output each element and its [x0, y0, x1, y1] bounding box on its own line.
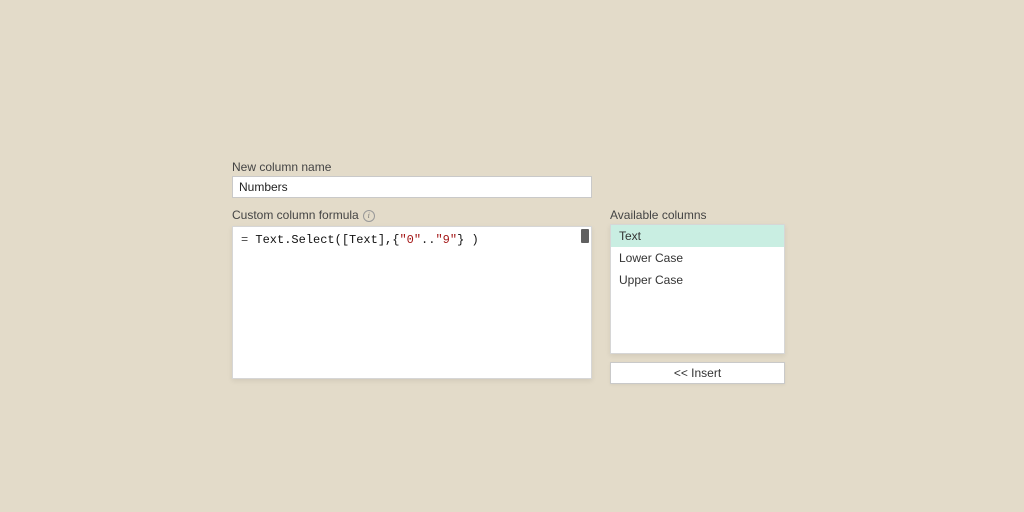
info-icon[interactable]: i [363, 210, 375, 222]
formula-func-close: } ) [457, 233, 479, 247]
available-columns-list: Text Lower Case Upper Case [610, 224, 785, 354]
formula-section: Custom column formula i = Text.Select([T… [232, 208, 592, 384]
formula-prefix: = [241, 233, 255, 247]
formula-editor[interactable]: = Text.Select([Text],{"0".."9"} ) [232, 226, 592, 379]
formula-range: .. [421, 233, 435, 247]
list-item[interactable]: Text [611, 225, 784, 247]
formula-func-open: Text.Select([Text],{ [255, 233, 399, 247]
available-columns-section: Available columns Text Lower Case Upper … [610, 208, 785, 384]
scrollbar-thumb[interactable] [581, 229, 589, 243]
formula-label: Custom column formula [232, 208, 359, 222]
list-item[interactable]: Lower Case [611, 247, 784, 269]
list-item[interactable]: Upper Case [611, 269, 784, 291]
new-column-name-input[interactable] [232, 176, 592, 198]
formula-str2: "9" [435, 233, 457, 247]
formula-str1: "0" [399, 233, 421, 247]
insert-button[interactable]: << Insert [610, 362, 785, 384]
available-columns-label: Available columns [610, 208, 785, 222]
new-column-name-label: New column name [232, 160, 792, 174]
custom-column-panel: New column name Custom column formula i … [232, 160, 792, 384]
